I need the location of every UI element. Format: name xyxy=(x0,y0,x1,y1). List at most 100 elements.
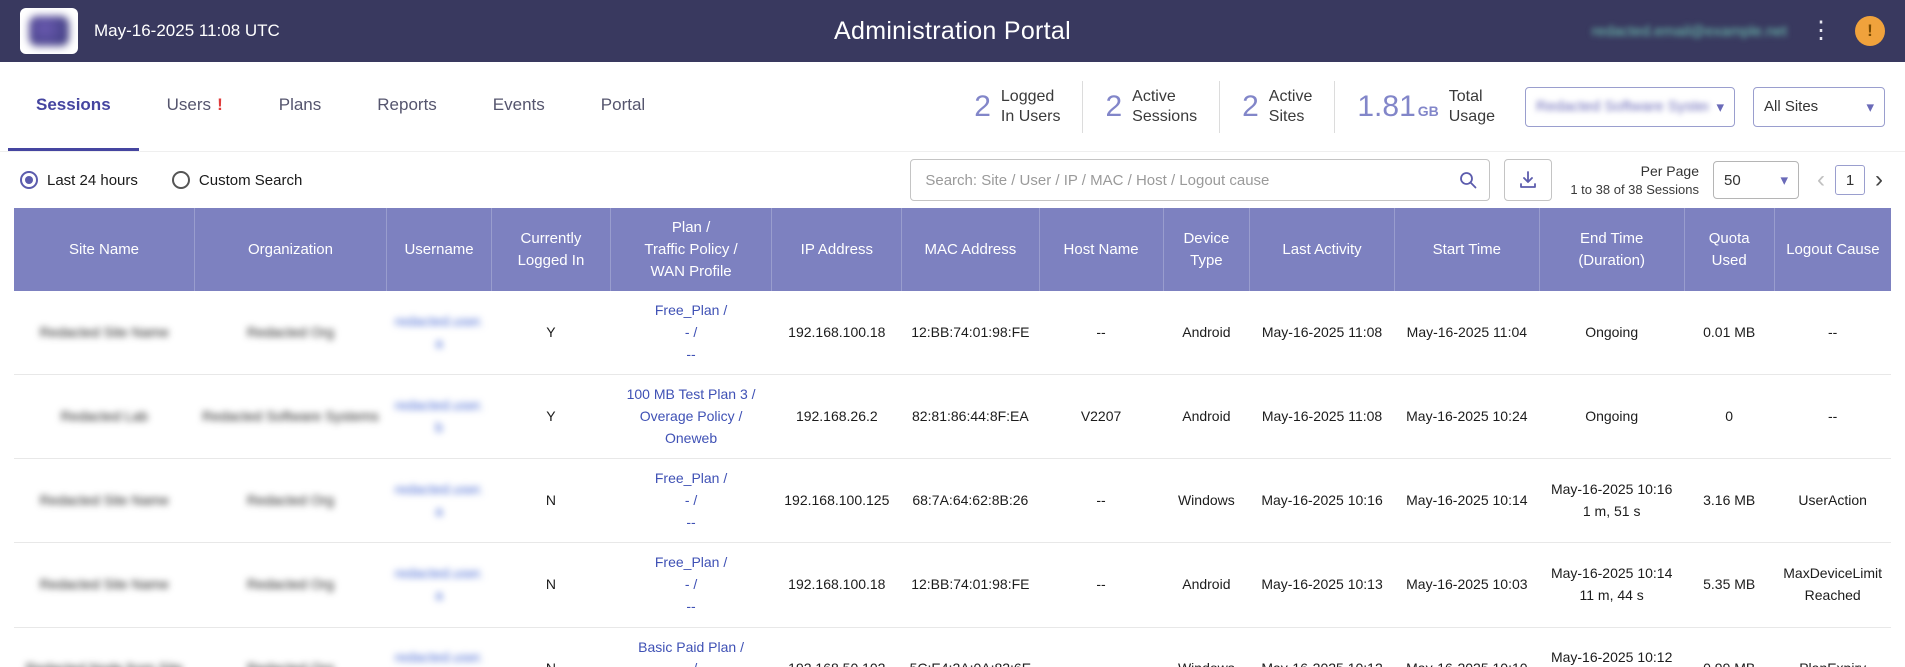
next-page-icon[interactable]: › xyxy=(1873,168,1885,192)
column-header-start-time[interactable]: Start Time xyxy=(1394,208,1539,291)
cell-currently-logged-in: Y xyxy=(492,291,610,375)
column-header-organization[interactable]: Organization xyxy=(195,208,387,291)
column-header-currently-logged-in[interactable]: Currently Logged In xyxy=(492,208,610,291)
per-page-select[interactable]: 50 ▾ xyxy=(1713,161,1799,199)
cell-username: redacted.user.a xyxy=(386,459,491,543)
tab-reports[interactable]: Reports xyxy=(349,62,465,151)
user-email: redacted.email@example.net xyxy=(1592,23,1787,40)
plan-link[interactable]: - / xyxy=(615,322,767,344)
cell-organization: Redacted Org xyxy=(195,291,387,375)
radio-unselected-icon xyxy=(172,171,190,189)
organization-selector-value: Redacted Software Systems xyxy=(1536,98,1708,115)
cell-ip-address: 192.168.50.102 xyxy=(772,627,902,667)
username-link[interactable]: redacted.user.c xyxy=(395,649,484,667)
column-header-quota-used[interactable]: Quota Used xyxy=(1684,208,1774,291)
search-icon[interactable] xyxy=(1458,170,1478,190)
plan-link[interactable]: Oneweb xyxy=(615,428,767,450)
plan-link[interactable]: -- xyxy=(615,344,767,366)
current-page-number[interactable]: 1 xyxy=(1835,165,1865,195)
plan-link[interactable]: 100 MB Test Plan 3 / xyxy=(615,384,767,406)
cell-mac-address: 68:7A:64:62:8B:26 xyxy=(902,459,1039,543)
stat-total-usage: 1.81GBTotalUsage xyxy=(1357,87,1495,125)
kebab-menu-icon[interactable]: ⋮ xyxy=(1805,19,1837,43)
column-header-end-time[interactable]: End Time(Duration) xyxy=(1539,208,1684,291)
cell-ip-address: 192.168.100.18 xyxy=(772,543,902,627)
nav-bar: SessionsUsers!PlansReportsEventsPortal 2… xyxy=(0,62,1905,152)
radio-selected-icon xyxy=(20,171,38,189)
tab-events[interactable]: Events xyxy=(465,62,573,151)
username-link[interactable]: redacted.user.a xyxy=(395,565,484,603)
plan-link[interactable]: -- xyxy=(615,596,767,618)
pagination: ‹ 1 › xyxy=(1815,165,1885,195)
plan-link[interactable]: Overage Policy / xyxy=(615,406,767,428)
cell-site-name: Redacted Site Name xyxy=(14,543,195,627)
tab-label: Reports xyxy=(377,95,437,115)
stat-value: 1.81GB xyxy=(1357,90,1438,124)
column-header-username[interactable]: Username xyxy=(386,208,491,291)
cell-end-time-duration: Ongoing xyxy=(1539,375,1684,459)
column-header-last-activity[interactable]: Last Activity xyxy=(1250,208,1395,291)
cell-username: redacted.user.a xyxy=(386,291,491,375)
column-header-logout-cause[interactable]: Logout Cause xyxy=(1774,208,1891,291)
topbar-right-group: redacted.email@example.net ⋮ ! xyxy=(1592,16,1885,46)
stat-divider xyxy=(1334,81,1335,133)
end-time: Ongoing xyxy=(1544,322,1679,344)
organization-selector[interactable]: Redacted Software Systems ▾ xyxy=(1525,87,1735,127)
tab-alert-icon: ! xyxy=(217,95,223,115)
cell-mac-address: 5C:E4:2A:0A:82:6E xyxy=(902,627,1039,667)
cell-quota-used: 0 xyxy=(1684,375,1774,459)
column-header-device-type[interactable]: Device Type xyxy=(1163,208,1250,291)
cell-plan-policy-profile: Free_Plan /- /-- xyxy=(610,543,772,627)
cell-plan-policy-profile: 100 MB Test Plan 3 /Overage Policy /Onew… xyxy=(610,375,772,459)
cell-ip-address: 192.168.100.18 xyxy=(772,291,902,375)
table-row: Redacted Site NameRedacted Orgredacted.u… xyxy=(14,459,1891,543)
username-link[interactable]: redacted.user.a xyxy=(395,481,484,519)
tab-sessions[interactable]: Sessions xyxy=(8,62,139,151)
cell-username: redacted.user.a xyxy=(386,543,491,627)
username-link[interactable]: redacted.user.a xyxy=(395,313,484,351)
prev-page-icon[interactable]: ‹ xyxy=(1815,168,1827,192)
cell-mac-address: 82:81:86:44:8F:EA xyxy=(902,375,1039,459)
notification-badge[interactable]: ! xyxy=(1855,16,1885,46)
plan-link[interactable]: -- xyxy=(615,512,767,534)
cell-end-time-duration: Ongoing xyxy=(1539,291,1684,375)
sessions-table-container: Site NameOrganizationUsernameCurrently L… xyxy=(14,208,1891,667)
column-header-plan-[interactable]: Plan /Traffic Policy /WAN Profile xyxy=(610,208,772,291)
plan-link[interactable]: - / xyxy=(615,574,767,596)
column-header-host-name[interactable]: Host Name xyxy=(1039,208,1163,291)
radio-custom-search[interactable]: Custom Search xyxy=(172,171,302,189)
tab-users[interactable]: Users! xyxy=(139,62,251,151)
stat-label: ActiveSites xyxy=(1269,87,1313,125)
search-input[interactable] xyxy=(910,159,1490,201)
duration: 11 m, 44 s xyxy=(1544,585,1679,607)
page-title: Administration Portal xyxy=(834,17,1071,46)
table-row: Redacted Site NameRedacted Orgredacted.u… xyxy=(14,291,1891,375)
plan-link[interactable]: - / xyxy=(615,490,767,512)
plan-link[interactable]: Basic Paid Plan / xyxy=(615,637,767,659)
tab-label: Plans xyxy=(279,95,322,115)
column-header-ip-address[interactable]: IP Address xyxy=(772,208,902,291)
column-header-mac-address[interactable]: MAC Address xyxy=(902,208,1039,291)
stat-label: ActiveSessions xyxy=(1132,87,1197,125)
plan-link[interactable]: Free_Plan / xyxy=(615,300,767,322)
cell-device-type: Windows xyxy=(1163,459,1250,543)
cell-last-activity: May-16-2025 11:08 xyxy=(1250,291,1395,375)
plan-link[interactable]: Free_Plan / xyxy=(615,468,767,490)
all-sites-selector-value: All Sites xyxy=(1764,98,1818,115)
all-sites-selector[interactable]: All Sites ▾ xyxy=(1753,87,1885,127)
plan-link[interactable]: - / xyxy=(615,658,767,667)
radio-last-24-hours[interactable]: Last 24 hours xyxy=(20,171,138,189)
cell-site-name: Redacted Site Name xyxy=(14,459,195,543)
username-link[interactable]: redacted.user.b xyxy=(395,397,484,435)
tab-plans[interactable]: Plans xyxy=(251,62,350,151)
tab-portal[interactable]: Portal xyxy=(573,62,673,151)
plan-link[interactable]: Free_Plan / xyxy=(615,552,767,574)
download-button[interactable] xyxy=(1504,159,1552,201)
cell-end-time-duration: May-16-2025 10:161 m, 51 s xyxy=(1539,459,1684,543)
cell-plan-policy-profile: Free_Plan /- /-- xyxy=(610,459,772,543)
cell-organization: Redacted Org xyxy=(195,543,387,627)
cell-start-time: May-16-2025 10:03 xyxy=(1394,543,1539,627)
cell-plan-policy-profile: Free_Plan /- /-- xyxy=(610,291,772,375)
column-header-site-name[interactable]: Site Name xyxy=(14,208,195,291)
radio-custom-label: Custom Search xyxy=(199,172,302,189)
